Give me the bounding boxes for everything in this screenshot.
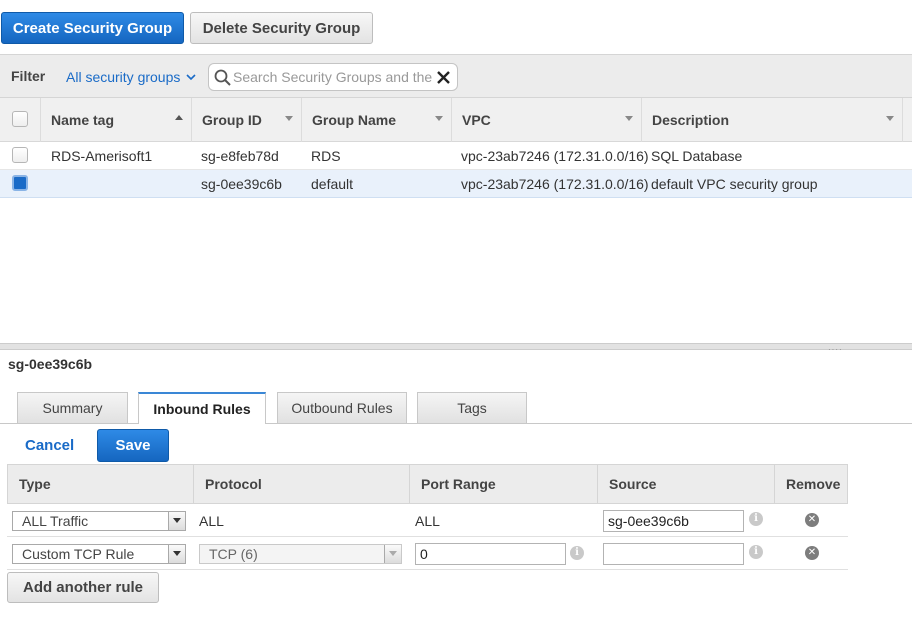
port-range-field-value: 0 [420,546,428,562]
tab-summary[interactable]: Summary [17,392,128,423]
tab-outbound-rules[interactable]: Outbound Rules [277,392,407,423]
tab-tags[interactable]: Tags [417,392,527,423]
type-select[interactable]: Custom TCP Rule [12,544,186,564]
source-field-value: sg-0ee39c6b [608,513,689,529]
column-header-name-tag[interactable]: Name tag [41,98,192,142]
info-icon[interactable]: i [749,512,763,526]
type-select[interactable]: ALL Traffic [12,511,186,531]
chevron-down-icon [285,116,293,121]
source-field[interactable] [603,543,744,565]
protocol-select: TCP (6) [199,544,402,564]
remove-icon[interactable]: ✕ [805,546,819,560]
column-header-group-id[interactable]: Group ID [192,98,302,142]
chevron-down-icon [435,116,443,121]
panel-splitter[interactable]: ···· [0,343,912,354]
cancel-button[interactable]: Cancel [25,437,74,454]
rules-col-port-range: Port Range [410,465,598,503]
rule-row: Custom TCP Rule TCP (6) 0 i i ✕ [7,537,848,570]
cell-vpc: vpc-23ab7246 (172.31.0.0/16) [461,148,649,164]
info-icon[interactable]: i [749,545,763,559]
type-select-value: ALL Traffic [22,513,89,529]
table-row[interactable]: sg-0ee39c6b default vpc-23ab7246 (172.31… [0,170,912,198]
cell-group-name: default [311,176,354,192]
port-range-value: ALL [415,513,440,529]
close-icon[interactable] [436,70,451,85]
rules-col-protocol: Protocol [194,465,410,503]
row-checkbox[interactable] [12,147,28,163]
select-all-cell [0,98,41,142]
rules-header: Type Protocol Port Range Source Remove [7,464,848,504]
chevron-down-icon [168,512,185,530]
detail-title: sg-0ee39c6b [8,356,93,372]
remove-icon[interactable]: ✕ [805,513,819,527]
chevron-down-icon [625,116,633,121]
column-label: Group Name [312,112,397,128]
chevron-down-icon [168,545,185,563]
save-button[interactable]: Save [97,429,169,462]
create-security-group-button[interactable]: Create Security Group [1,12,184,44]
chevron-down-icon [384,545,401,563]
rules-col-type: Type [8,465,194,503]
protocol-value: ALL [199,513,224,529]
column-header-group-name[interactable]: Group Name [302,98,452,142]
type-select-value: Custom TCP Rule [22,546,135,562]
search-icon [214,69,231,86]
cell-group-id: sg-e8feb78d [201,148,279,164]
cell-name-tag: RDS-Amerisoft1 [51,148,153,164]
table-row[interactable]: RDS-Amerisoft1 sg-e8feb78d RDS vpc-23ab7… [0,142,912,170]
cell-description: default VPC security group [651,176,818,192]
chevron-down-icon [186,73,196,80]
rules-col-source: Source [598,465,775,503]
filter-bar: Filter All security groups [0,54,912,98]
row-checkbox[interactable] [12,175,28,191]
port-range-field[interactable]: 0 [415,543,566,565]
cell-vpc: vpc-23ab7246 (172.31.0.0/16) [461,176,649,192]
column-header-description[interactable]: Description [642,98,903,142]
rules-col-remove: Remove [786,476,841,492]
search-box [208,63,458,91]
chevron-down-icon [886,116,894,121]
column-header-vpc[interactable]: VPC [452,98,642,142]
source-field[interactable]: sg-0ee39c6b [603,510,744,532]
add-rule-button[interactable]: Add another rule [7,572,159,603]
cell-group-name: RDS [311,148,341,164]
cell-description: SQL Database [651,148,743,164]
protocol-select-value: TCP (6) [209,546,258,562]
cell-group-id: sg-0ee39c6b [201,176,282,192]
tab-inbound-rules[interactable]: Inbound Rules [138,392,266,424]
info-icon[interactable]: i [570,546,584,560]
column-label: Description [652,112,730,128]
column-label: VPC [462,112,491,128]
column-label: Name tag [51,112,115,128]
grid-header: Name tag Group ID Group Name VPC Descrip… [0,98,912,142]
sort-asc-icon [175,115,183,120]
filter-dropdown-value: All security groups [66,69,181,85]
filter-label: Filter [11,68,46,84]
resize-grip-icon: ···· [828,345,843,354]
rule-row: ALL Traffic ALL ALL sg-0ee39c6b i ✕ [7,504,848,537]
column-label: Group ID [202,112,262,128]
tab-divider [0,423,912,424]
delete-security-group-button[interactable]: Delete Security Group [190,12,373,44]
active-tab-gap [139,422,265,424]
select-all-checkbox[interactable] [12,111,28,127]
search-input[interactable] [233,67,433,87]
filter-dropdown[interactable]: All security groups [66,69,196,85]
